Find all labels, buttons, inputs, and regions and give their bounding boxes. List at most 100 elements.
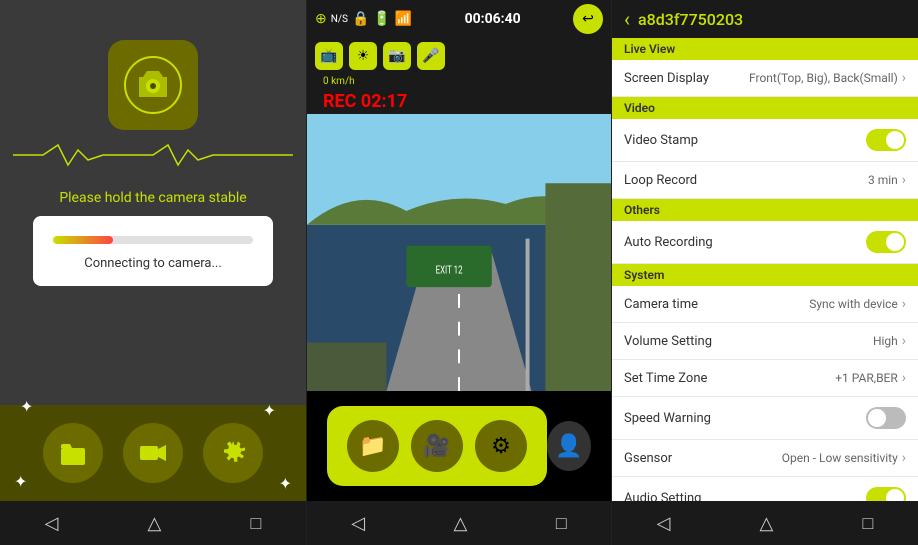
- screen-icon-btn[interactable]: 📺: [315, 42, 343, 70]
- rec-display: REC 02:17: [315, 89, 603, 114]
- gsensor-label: Gsensor: [624, 451, 672, 466]
- nav-back-2[interactable]: ◁: [351, 513, 365, 534]
- gsensor-row[interactable]: Gsensor Open - Low sensitivity ›: [612, 440, 918, 477]
- nav-home-2[interactable]: △: [454, 513, 468, 534]
- video-stamp-toggle[interactable]: [866, 129, 906, 151]
- svg-text:EXIT 12: EXIT 12: [436, 264, 463, 277]
- timezone-chevron: ›: [902, 370, 906, 386]
- volume-setting-value: High ›: [873, 333, 906, 349]
- back-button[interactable]: ↩: [573, 4, 603, 34]
- auto-recording-toggle[interactable]: [866, 231, 906, 253]
- files-icon-button[interactable]: [43, 423, 103, 483]
- audio-setting-row[interactable]: Audio Setting: [612, 477, 918, 501]
- loop-record-value: 3 min ›: [868, 172, 906, 188]
- nav-back-1[interactable]: ◁: [45, 513, 59, 534]
- brightness-icon-btn[interactable]: ☀: [349, 42, 377, 70]
- folder-icon: [58, 438, 88, 468]
- audio-setting-toggle[interactable]: [866, 487, 906, 501]
- nav-recent-3[interactable]: □: [863, 513, 874, 534]
- settings-header: ‹ a8d3f7750203: [612, 0, 918, 38]
- settings-list: Live View Screen Display Front(Top, Big)…: [612, 38, 918, 501]
- loop-chevron-icon: ›: [902, 172, 906, 188]
- section-video: Video: [612, 97, 918, 119]
- nav-bar-3: ◁ △ □: [612, 501, 918, 545]
- nav-back-3[interactable]: ◁: [657, 513, 671, 534]
- nav-bar-2: ◁ △ □: [307, 501, 611, 545]
- nav-bar-1: ◁ △ □: [0, 501, 306, 545]
- recording-header: ⊕ N/S 🔒 🔋 📶 00:06:40 ↩: [307, 0, 611, 38]
- progress-dialog: Connecting to camera...: [33, 216, 273, 286]
- speed-warning-toggle[interactable]: [866, 407, 906, 429]
- speed-display: 0 km/h: [315, 74, 603, 89]
- nav-home-1[interactable]: △: [148, 513, 162, 534]
- gps-icon: ⊕: [315, 11, 327, 27]
- panel2-settings-btn[interactable]: ⚙: [475, 420, 527, 472]
- chevron-icon: ›: [902, 70, 906, 86]
- panel1-content: Please hold the camera stable Connecting…: [0, 20, 306, 405]
- camera-time-label: Camera time: [624, 297, 698, 312]
- speed-rec-row: 0 km/h REC 02:17: [307, 74, 611, 114]
- set-time-zone-row[interactable]: Set Time Zone +1 PAR,BER ›: [612, 360, 918, 397]
- video-stamp-label: Video Stamp: [624, 133, 698, 148]
- location-btn[interactable]: 👤: [547, 421, 591, 471]
- heartbeat-line: [13, 140, 293, 170]
- lock-icon: 🔒: [352, 11, 369, 27]
- video-camera-icon: [138, 438, 168, 468]
- screen-display-value: Front(Top, Big), Back(Small) ›: [749, 70, 906, 86]
- sparkle-icon: ✦: [20, 397, 33, 416]
- sparkle-icon-2: ✦: [263, 401, 276, 420]
- section-live-view: Live View: [612, 38, 918, 60]
- control-icons-row: 📺 ☀ 📷 🎤: [307, 38, 611, 74]
- panel-recording: ⊕ N/S 🔒 🔋 📶 00:06:40 ↩ 📺 ☀ 📷 🎤 0 km/h RE…: [306, 0, 612, 545]
- settings-back-arrow[interactable]: ‹: [624, 7, 630, 31]
- panel-connecting: Please hold the camera stable Connecting…: [0, 0, 306, 545]
- camera-feed: EXIT 12: [307, 114, 611, 391]
- auto-recording-row[interactable]: Auto Recording: [612, 221, 918, 264]
- camera-time-chevron: ›: [902, 296, 906, 312]
- settings-icon-button[interactable]: [203, 423, 263, 483]
- volume-setting-row[interactable]: Volume Setting High ›: [612, 323, 918, 360]
- audio-setting-label: Audio Setting: [624, 491, 701, 502]
- panel-settings: ‹ a8d3f7750203 Live View Screen Display …: [612, 0, 918, 545]
- progress-bar-bg: [53, 236, 253, 244]
- nav-recent-1[interactable]: □: [251, 513, 262, 534]
- loop-record-label: Loop Record: [624, 173, 697, 188]
- gps-text: N/S: [331, 14, 348, 25]
- section-others: Others: [612, 199, 918, 221]
- camera-flip-icon-btn[interactable]: 📷: [383, 42, 411, 70]
- nav-recent-2[interactable]: □: [556, 513, 567, 534]
- screen-display-row[interactable]: Screen Display Front(Top, Big), Back(Sma…: [612, 60, 918, 97]
- gsensor-value: Open - Low sensitivity ›: [782, 450, 906, 466]
- green-buttons-panel: 📁 🎥 ⚙: [327, 406, 547, 486]
- panel2-files-btn[interactable]: 📁: [347, 420, 399, 472]
- connecting-text: Connecting to camera...: [53, 256, 253, 271]
- camera-time-row[interactable]: Camera time Sync with device ›: [612, 286, 918, 323]
- mic-icon-btn[interactable]: 🎤: [417, 42, 445, 70]
- progress-bar-fill: [53, 236, 113, 244]
- panel2-bottom: 📁 🎥 ⚙ 👤: [307, 391, 611, 501]
- panel2-video-btn[interactable]: 🎥: [411, 420, 463, 472]
- bottom-icons-bar: ✦ ✦ ✦ ✦: [0, 405, 306, 501]
- battery-icon: 🔋: [373, 11, 390, 27]
- camera-time-value: Sync with device ›: [809, 296, 906, 312]
- volume-setting-label: Volume Setting: [624, 334, 712, 349]
- sparkle-icon-3: ✦: [14, 472, 27, 491]
- sparkle-icon-4: ✦: [279, 474, 292, 493]
- nav-home-3[interactable]: △: [760, 513, 774, 534]
- device-id-label: a8d3f7750203: [638, 10, 743, 29]
- video-stamp-row[interactable]: Video Stamp: [612, 119, 918, 162]
- video-icon-button[interactable]: [123, 423, 183, 483]
- loop-record-row[interactable]: Loop Record 3 min ›: [612, 162, 918, 199]
- set-time-zone-value: +1 PAR,BER ›: [835, 370, 906, 386]
- road-scene-svg: EXIT 12: [307, 114, 611, 391]
- signal-icon: 📶: [395, 11, 412, 27]
- gsensor-chevron: ›: [902, 450, 906, 466]
- time-display: 00:06:40: [465, 11, 521, 27]
- section-system: System: [612, 264, 918, 286]
- screen-display-label: Screen Display: [624, 71, 709, 86]
- gear-icon: [218, 438, 248, 468]
- set-time-zone-label: Set Time Zone: [624, 371, 707, 386]
- auto-recording-label: Auto Recording: [624, 235, 713, 250]
- header-left: ⊕ N/S 🔒 🔋 📶: [315, 11, 412, 27]
- speed-warning-row[interactable]: Speed Warning: [612, 397, 918, 440]
